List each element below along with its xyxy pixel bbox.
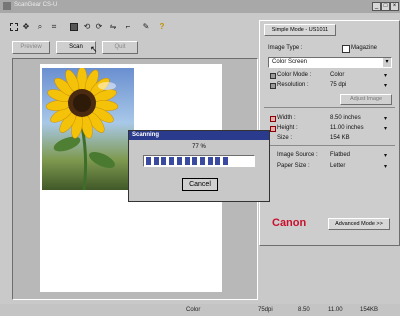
height-dropdown-icon[interactable]: ▾	[384, 125, 387, 132]
eyedropper-icon[interactable]: ✎	[142, 23, 150, 31]
dialog-title-text: Scanning	[132, 132, 160, 138]
toolbar: ✥ ⌕ ⌗ ⟲ ⟳ ⇋ ⌐ ✎ ?	[0, 20, 255, 34]
paper-size-value[interactable]: Letter	[330, 163, 345, 169]
status-width: 8.50	[298, 307, 310, 313]
tab-simple-mode[interactable]: Simple Mode - US1011	[264, 24, 336, 36]
rotate-right-icon[interactable]: ⟳	[95, 23, 103, 31]
divider	[264, 107, 395, 108]
width-icon	[270, 116, 276, 122]
status-height: 11.00	[328, 307, 343, 313]
progress-percent: 77 %	[192, 144, 206, 150]
progress-segment	[184, 157, 190, 165]
preview-button[interactable]: Preview	[12, 41, 50, 54]
marquee-icon[interactable]	[10, 23, 18, 31]
magazine-checkbox[interactable]	[342, 45, 350, 53]
status-size: 154KB	[360, 307, 379, 313]
progress-segment	[192, 157, 198, 165]
progress-segment	[146, 157, 151, 165]
status-resolution: 75dpi	[258, 307, 273, 313]
resolution-value[interactable]: 75 dpi	[330, 82, 346, 88]
progress-segment	[199, 157, 205, 165]
status-bar: Color 75dpi 8.50 11.00 154KB	[0, 304, 400, 316]
size-label: Size :	[277, 135, 293, 141]
divider	[264, 145, 395, 146]
help-icon[interactable]: ?	[158, 23, 166, 31]
height-value[interactable]: 11.00 inches	[330, 125, 364, 131]
width-dropdown-icon[interactable]: ▾	[384, 115, 387, 122]
height-icon	[270, 126, 276, 132]
window-title: ScanGear CS-U	[14, 2, 58, 8]
progress-segment	[153, 157, 159, 165]
auto-tone-icon[interactable]	[70, 23, 78, 31]
magazine-label: Magazine	[351, 45, 378, 51]
dialog-title: Scanning	[129, 131, 269, 140]
cancel-button[interactable]: Cancel	[182, 178, 218, 191]
resolution-icon	[270, 83, 276, 89]
crop-icon[interactable]: ⌗	[50, 23, 58, 31]
image-type-select[interactable]: Color Screen ▾	[268, 57, 392, 68]
height-label: Height :	[277, 125, 298, 131]
close-button[interactable]: ×	[390, 2, 399, 11]
canon-logo: Canon	[272, 217, 307, 229]
color-mode-dropdown-icon[interactable]: ▾	[384, 72, 387, 79]
progress-segment	[223, 157, 228, 165]
image-type-value: Color Screen	[272, 59, 308, 65]
tool-icon[interactable]: ⌐	[124, 23, 132, 31]
advanced-mode-button[interactable]: Advanced Mode >>	[328, 218, 390, 230]
mouse-cursor-icon: ↖	[90, 44, 98, 54]
progress-segment	[169, 157, 175, 165]
width-value[interactable]: 8.50 inches	[330, 115, 361, 121]
quit-button[interactable]: Quit	[102, 41, 138, 54]
scanning-dialog: Scanning 77 % Cancel	[128, 130, 270, 202]
progress-bar	[143, 155, 255, 167]
maximize-button[interactable]: □	[381, 2, 390, 11]
preview-image	[42, 68, 134, 190]
image-source-label: Image Source :	[277, 152, 318, 158]
color-mode-value[interactable]: Color	[330, 72, 344, 78]
settings-panel: Simple Mode - US1011 Image Type : Magazi…	[259, 20, 400, 246]
resolution-dropdown-icon[interactable]: ▾	[384, 82, 387, 89]
app-icon	[3, 2, 11, 10]
paper-size-label: Paper Size :	[277, 163, 310, 169]
progress-segment	[176, 157, 182, 165]
title-bar: ScanGear CS-U _ □ ×	[0, 0, 400, 13]
progress-segment	[161, 157, 167, 165]
minimize-button[interactable]: _	[372, 2, 381, 11]
color-mode-label: Color Mode :	[277, 72, 312, 78]
mirror-icon[interactable]: ⇋	[109, 23, 117, 31]
adjust-image-button[interactable]: Adjust Image	[340, 94, 392, 105]
progress-segment	[207, 157, 213, 165]
size-value: 154 KB	[330, 135, 350, 141]
progress-segment	[215, 157, 221, 165]
color-mode-icon	[270, 73, 276, 79]
width-label: Width :	[277, 115, 296, 121]
status-color-mode: Color	[186, 307, 201, 313]
move-icon[interactable]: ✥	[22, 23, 30, 31]
image-source-dropdown-icon[interactable]: ▾	[384, 152, 387, 159]
rotate-left-icon[interactable]: ⟲	[83, 23, 91, 31]
image-source-value[interactable]: Flatbed	[330, 152, 350, 158]
chevron-down-icon[interactable]: ▾	[383, 58, 391, 67]
zoom-icon[interactable]: ⌕	[36, 23, 44, 31]
resolution-label: Resolution :	[277, 82, 309, 88]
paper-size-dropdown-icon[interactable]: ▾	[384, 163, 387, 170]
image-type-label: Image Type :	[268, 45, 303, 51]
